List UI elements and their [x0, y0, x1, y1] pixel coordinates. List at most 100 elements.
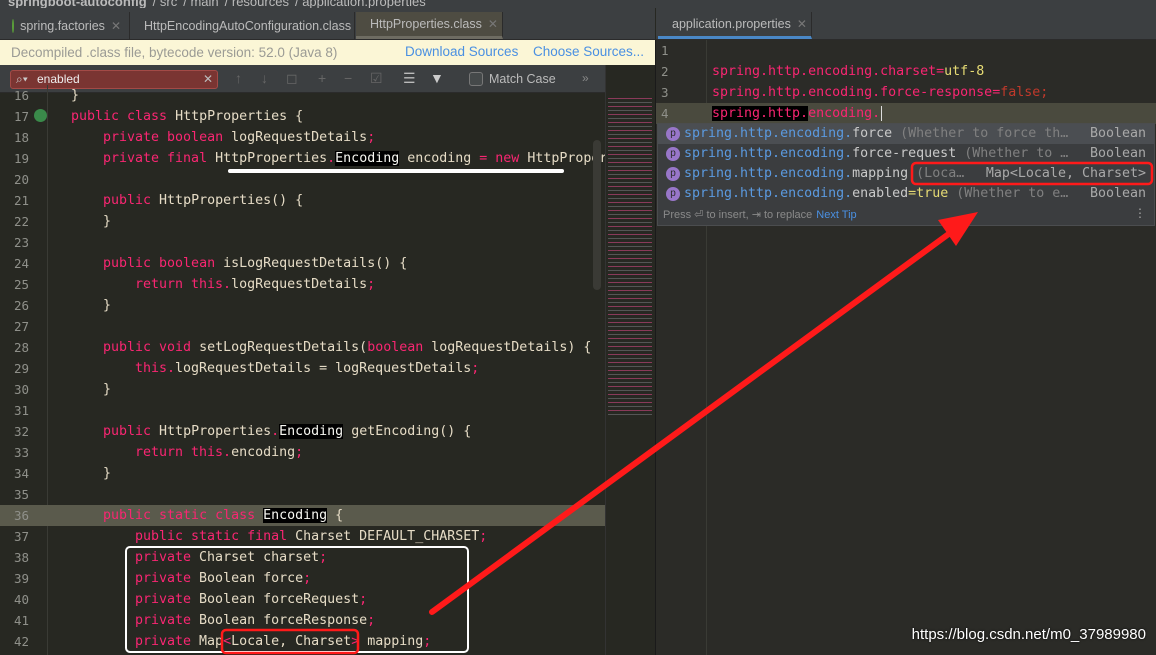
- properties-line[interactable]: 1: [656, 40, 1156, 61]
- code-line[interactable]: 32 public HttpProperties.Encoding getEnco…: [0, 421, 605, 442]
- line-number: 41: [13, 613, 29, 628]
- code-line[interactable]: 27: [0, 316, 605, 337]
- completion-type: Boolean: [1089, 186, 1146, 201]
- property-icon: p: [666, 127, 680, 141]
- code-token: public class: [71, 109, 176, 124]
- code-line[interactable]: 34}: [0, 463, 605, 484]
- completion-name: spring.http.encoding.force-request (Whet…: [684, 144, 1068, 164]
- close-icon[interactable]: ✕: [111, 19, 121, 33]
- match-case-checkbox[interactable]: [469, 72, 483, 86]
- property-icon: p: [666, 167, 680, 181]
- choose-sources-link[interactable]: Choose Sources...: [533, 44, 644, 59]
- code-line[interactable]: 17 public class HttpProperties {: [0, 106, 605, 127]
- code-line[interactable]: 31: [0, 400, 605, 421]
- code-text: private Map<Locale, Charset> mapping;: [135, 631, 431, 652]
- completion-name: spring.http.encoding.enabled=true (Wheth…: [684, 184, 1068, 204]
- code-token: private final: [103, 151, 216, 166]
- completion-description: (Whether to e…: [948, 186, 1069, 201]
- code-line[interactable]: 35: [0, 484, 605, 505]
- completion-prefix: spring.http.encoding.: [684, 126, 853, 141]
- completion-item[interactable]: p spring.http.encoding.enabled=true (Whet…: [658, 184, 1154, 204]
- filter-icon[interactable]: ▼: [430, 70, 444, 86]
- code-token: spring.http.encoding.force-response=: [712, 85, 1001, 100]
- property-icon: p: [666, 187, 680, 201]
- line-number: 1: [661, 43, 669, 58]
- completion-hint: Press ⏎ to insert, ⇥ to replace: [663, 209, 813, 221]
- code-line[interactable]: 24 public boolean isLogRequestDetails() {: [0, 253, 605, 274]
- code-token: ;: [359, 592, 368, 607]
- line-number: 20: [13, 172, 29, 187]
- close-icon[interactable]: ✕: [797, 17, 807, 31]
- code-line[interactable]: 21 public HttpProperties() {: [0, 190, 605, 211]
- completion-suffix: mapping: [852, 166, 909, 181]
- code-line[interactable]: 37 public static final Charset DEFAULT_CH…: [0, 526, 605, 547]
- code-line[interactable]: 22}: [0, 211, 605, 232]
- previous-occurrence-icon[interactable]: ↑: [235, 70, 242, 86]
- code-token: public static class: [103, 508, 264, 523]
- code-token: }: [103, 382, 112, 397]
- tab-spring-factories[interactable]: spring.factories ✕: [4, 12, 130, 39]
- line-number: 16: [13, 88, 29, 103]
- completion-item[interactable]: p spring.http.encoding.force-request (Whe…: [658, 144, 1154, 164]
- completion-popup: p spring.http.encoding.force (Whether to …: [657, 123, 1155, 226]
- code-line[interactable]: 40 private Boolean forceRequest;: [0, 589, 605, 610]
- code-line[interactable]: 39 private Boolean force;: [0, 568, 605, 589]
- code-token: private: [135, 613, 200, 628]
- tab-label: application.properties: [672, 17, 791, 31]
- properties-line[interactable]: 3 spring.http.encoding.force-response=fal…: [656, 82, 1156, 103]
- code-line[interactable]: 19 private final HttpProperties.Encoding …: [0, 148, 605, 169]
- code-line[interactable]: 33 return this.encoding;: [0, 442, 605, 463]
- tab-application-properties[interactable]: application.properties ✕: [658, 12, 812, 39]
- add-selection-icon[interactable]: +: [318, 70, 326, 86]
- more-options-icon[interactable]: ⋮: [1134, 206, 1146, 220]
- code-token: HttpProperties: [159, 424, 272, 439]
- completion-prefix: spring.http.encoding.: [684, 146, 853, 161]
- code-line[interactable]: 38 private Charset charset;: [0, 547, 605, 568]
- line-number: 24: [13, 256, 29, 271]
- code-text: spring.http.encoding.force-response=fals…: [712, 82, 1048, 103]
- line-number: 42: [13, 634, 29, 649]
- property-icon: p: [666, 147, 680, 161]
- code-line[interactable]: 36 public static class Encoding {: [0, 505, 605, 526]
- code-line[interactable]: 28 public void setLogRequestDetails(boole…: [0, 337, 605, 358]
- code-line[interactable]: 18 private boolean logRequestDetails;: [0, 127, 605, 148]
- code-line[interactable]: 26}: [0, 295, 605, 316]
- code-token: private: [135, 550, 200, 565]
- code-token: }: [103, 298, 112, 313]
- completion-description: (Whether to force th…: [892, 126, 1069, 141]
- line-number: 18: [13, 130, 29, 145]
- download-sources-link[interactable]: Download Sources: [405, 44, 518, 59]
- code-text: }: [103, 379, 111, 400]
- properties-line[interactable]: 4 spring.http.encoding.: [656, 103, 1156, 124]
- code-line[interactable]: 23: [0, 232, 605, 253]
- code-editor[interactable]: 16} 17 public class HttpProperties {18 priv…: [0, 85, 605, 655]
- code-text: public HttpProperties() {: [103, 190, 303, 211]
- next-occurrence-icon[interactable]: ↓: [261, 70, 268, 86]
- line-number: 30: [13, 382, 29, 397]
- code-line[interactable]: 42 private Map<Locale, Charset> mapping;: [0, 631, 605, 652]
- code-token: private: [135, 571, 200, 586]
- scrollbar-thumb[interactable]: [593, 140, 601, 290]
- next-tip-link[interactable]: Next Tip: [816, 209, 856, 221]
- code-token: setLogRequestDetails(: [199, 340, 368, 355]
- tab-httpencodingautoconfiguration[interactable]: HttpEncodingAutoConfiguration.class✕: [130, 12, 367, 39]
- code-line[interactable]: 25 return this.logRequestDetails;: [0, 274, 605, 295]
- completion-item[interactable]: p spring.http.encoding.mapping (Loca… Map<…: [658, 164, 1154, 184]
- remove-selection-icon[interactable]: −: [344, 70, 352, 86]
- close-icon[interactable]: ✕: [488, 17, 498, 31]
- code-token: .: [271, 424, 280, 439]
- code-line[interactable]: 41 private Boolean forceResponse;: [0, 610, 605, 631]
- line-number: 31: [13, 403, 29, 418]
- minimap[interactable]: [605, 65, 655, 655]
- code-line[interactable]: 16}: [0, 85, 605, 106]
- tab-httpproperties[interactable]: HttpProperties.class ✕: [356, 12, 503, 39]
- line-number: 17: [13, 109, 29, 124]
- more-icon[interactable]: »: [582, 71, 589, 85]
- completion-type: Boolean: [1089, 146, 1146, 161]
- code-line[interactable]: 29 this.logRequestDetails = logRequestDet…: [0, 358, 605, 379]
- properties-line[interactable]: 2 spring.http.encoding.charset=utf-8: [656, 61, 1156, 82]
- completion-item[interactable]: p spring.http.encoding.force (Whether to …: [658, 124, 1154, 144]
- code-line[interactable]: 20: [0, 169, 605, 190]
- code-line[interactable]: 30}: [0, 379, 605, 400]
- implementations-gutter-icon[interactable]: [34, 109, 47, 122]
